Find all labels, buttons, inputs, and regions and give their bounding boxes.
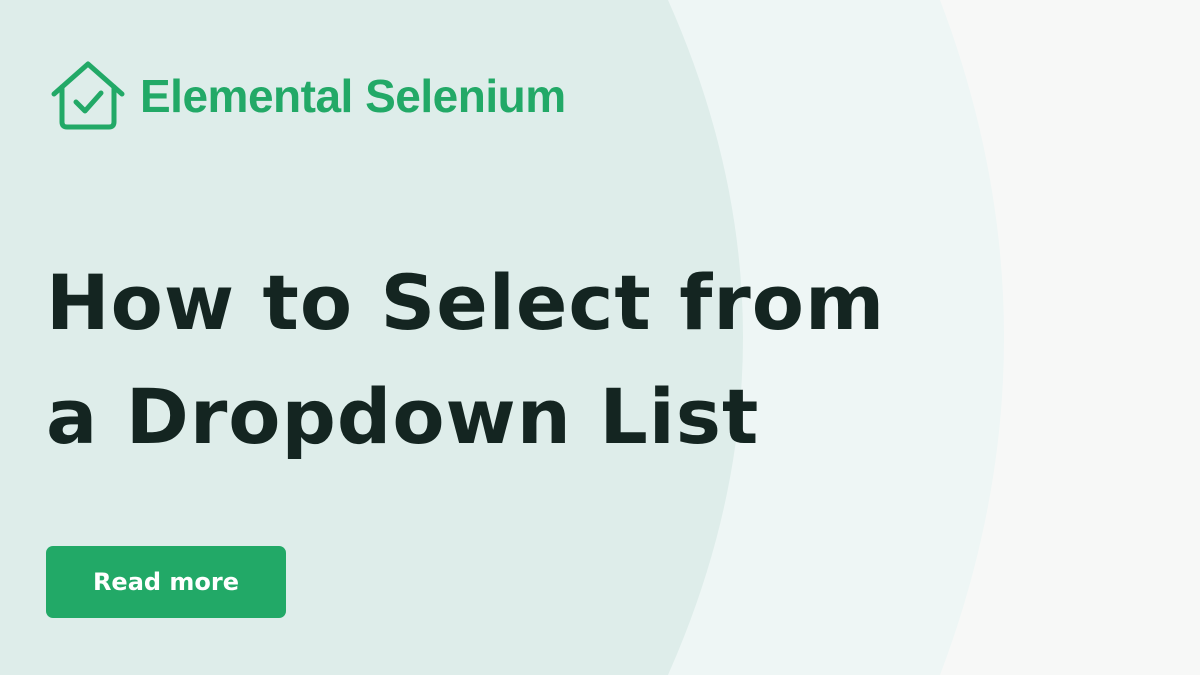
social-card: Elemental Selenium How to Select from a … (0, 0, 1200, 675)
brand-name: Elemental Selenium (140, 70, 566, 122)
house-check-icon (51, 61, 125, 130)
brand-logo[interactable]: Elemental Selenium (48, 60, 566, 132)
article-title: How to Select from a Dropdown List (46, 258, 886, 461)
read-more-button[interactable]: Read more (46, 546, 286, 618)
